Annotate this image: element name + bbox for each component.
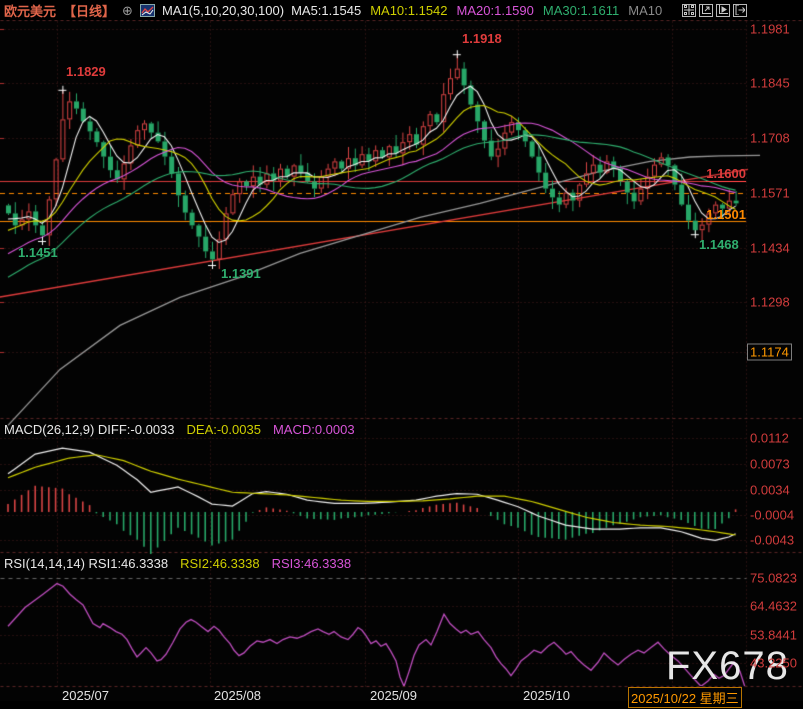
ma-value-label: MA5:1.1545 — [291, 3, 361, 18]
axis-zoom-in-icon[interactable] — [699, 4, 713, 17]
ma-value-label: MA30:1.1611 — [543, 3, 619, 18]
ma-value-label: MA10 — [628, 3, 662, 18]
chart-canvas[interactable] — [0, 0, 803, 709]
trading-chart-app: 欧元美元 【日线】 ⊕ MA1(5,10,20,30,100) MA5:1.15… — [0, 0, 803, 709]
ma-value-label: MA20:1.1590 — [457, 3, 534, 18]
symbol-name[interactable]: 欧元美元 — [4, 1, 56, 20]
ma-settings-label: MA1(5,10,20,30,100) — [162, 3, 284, 18]
axis-play-icon[interactable] — [716, 4, 730, 17]
add-indicator-icon[interactable]: ⊕ — [122, 4, 133, 17]
pan-icon[interactable] — [682, 4, 696, 17]
ma-value-label: MA10:1.1542 — [370, 3, 447, 18]
ma-values: MA5:1.1545 MA10:1.1542 MA20:1.1590 MA30:1.1… — [291, 3, 671, 18]
toolbar — [682, 4, 747, 17]
chart-header: 欧元美元 【日线】 ⊕ MA1(5,10,20,30,100) MA5:1.15… — [0, 0, 803, 20]
mini-chart-icon[interactable] — [140, 4, 155, 17]
bottom-strip — [0, 701, 803, 709]
exit-chart-icon[interactable] — [733, 4, 747, 17]
period-label[interactable]: 【日线】 — [63, 1, 115, 20]
